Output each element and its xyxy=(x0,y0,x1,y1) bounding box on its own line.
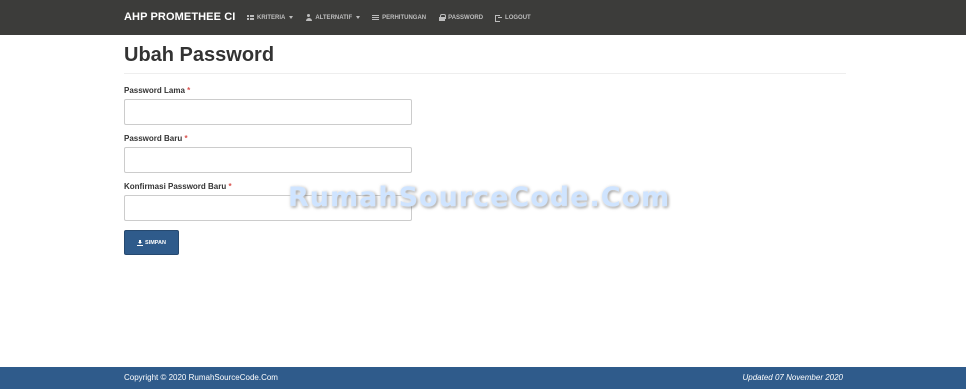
footer: Copyright © 2020 RumahSourceCode.Com Upd… xyxy=(0,367,966,389)
save-button[interactable]: SIMPAN xyxy=(124,230,179,255)
divider xyxy=(124,73,846,74)
caret-down-icon xyxy=(356,16,361,19)
logout-icon xyxy=(495,14,503,22)
nav-item-kriteria[interactable]: KRITERIA xyxy=(241,0,299,35)
nav-item-alternatif[interactable]: ALTERNATIF xyxy=(299,0,366,35)
grid-icon xyxy=(247,14,254,21)
updated-text: Updated 07 November 2020 xyxy=(742,373,843,382)
navbar: AHP PROMETHEE CI KRITERIA ALTERNATIF PER… xyxy=(0,0,966,35)
old-password-input[interactable] xyxy=(124,99,412,125)
nav-item-logout[interactable]: LOGOUT xyxy=(489,0,537,35)
list-icon xyxy=(372,14,380,21)
new-password-label-text: Password Baru xyxy=(124,134,183,143)
new-password-input[interactable] xyxy=(124,147,412,173)
copyright-text: Copyright © 2020 RumahSourceCode.Com xyxy=(124,373,278,382)
caret-down-icon xyxy=(289,16,294,19)
download-icon xyxy=(137,239,143,246)
nav-item-label: KRITERIA xyxy=(257,14,286,21)
required-mark: * xyxy=(228,182,232,191)
nav-item-label: PERHITUNGAN xyxy=(382,14,427,21)
save-button-label: SIMPAN xyxy=(145,239,166,246)
lock-icon xyxy=(438,14,446,21)
nav-menu: KRITERIA ALTERNATIF PERHITUNGAN PASSWORD… xyxy=(241,0,537,35)
nav-item-label: PASSWORD xyxy=(448,14,484,21)
user-icon xyxy=(305,14,312,21)
nav-item-password[interactable]: PASSWORD xyxy=(432,0,489,35)
brand-link[interactable]: AHP PROMETHEE CI xyxy=(124,0,235,35)
page-title: Ubah Password xyxy=(124,44,275,66)
nav-item-label: ALTERNATIF xyxy=(315,14,353,21)
watermark: RumahSourceCode.Com xyxy=(288,182,671,213)
confirm-password-label-text: Konfirmasi Password Baru xyxy=(124,182,227,191)
old-password-label: Password Lama * xyxy=(124,86,190,95)
new-password-label: Password Baru * xyxy=(124,134,188,143)
old-password-label-text: Password Lama xyxy=(124,86,185,95)
required-mark: * xyxy=(187,86,191,95)
confirm-password-label: Konfirmasi Password Baru * xyxy=(124,182,232,191)
nav-item-perhitungan[interactable]: PERHITUNGAN xyxy=(366,0,432,35)
nav-item-label: LOGOUT xyxy=(505,14,531,21)
required-mark: * xyxy=(184,134,188,143)
